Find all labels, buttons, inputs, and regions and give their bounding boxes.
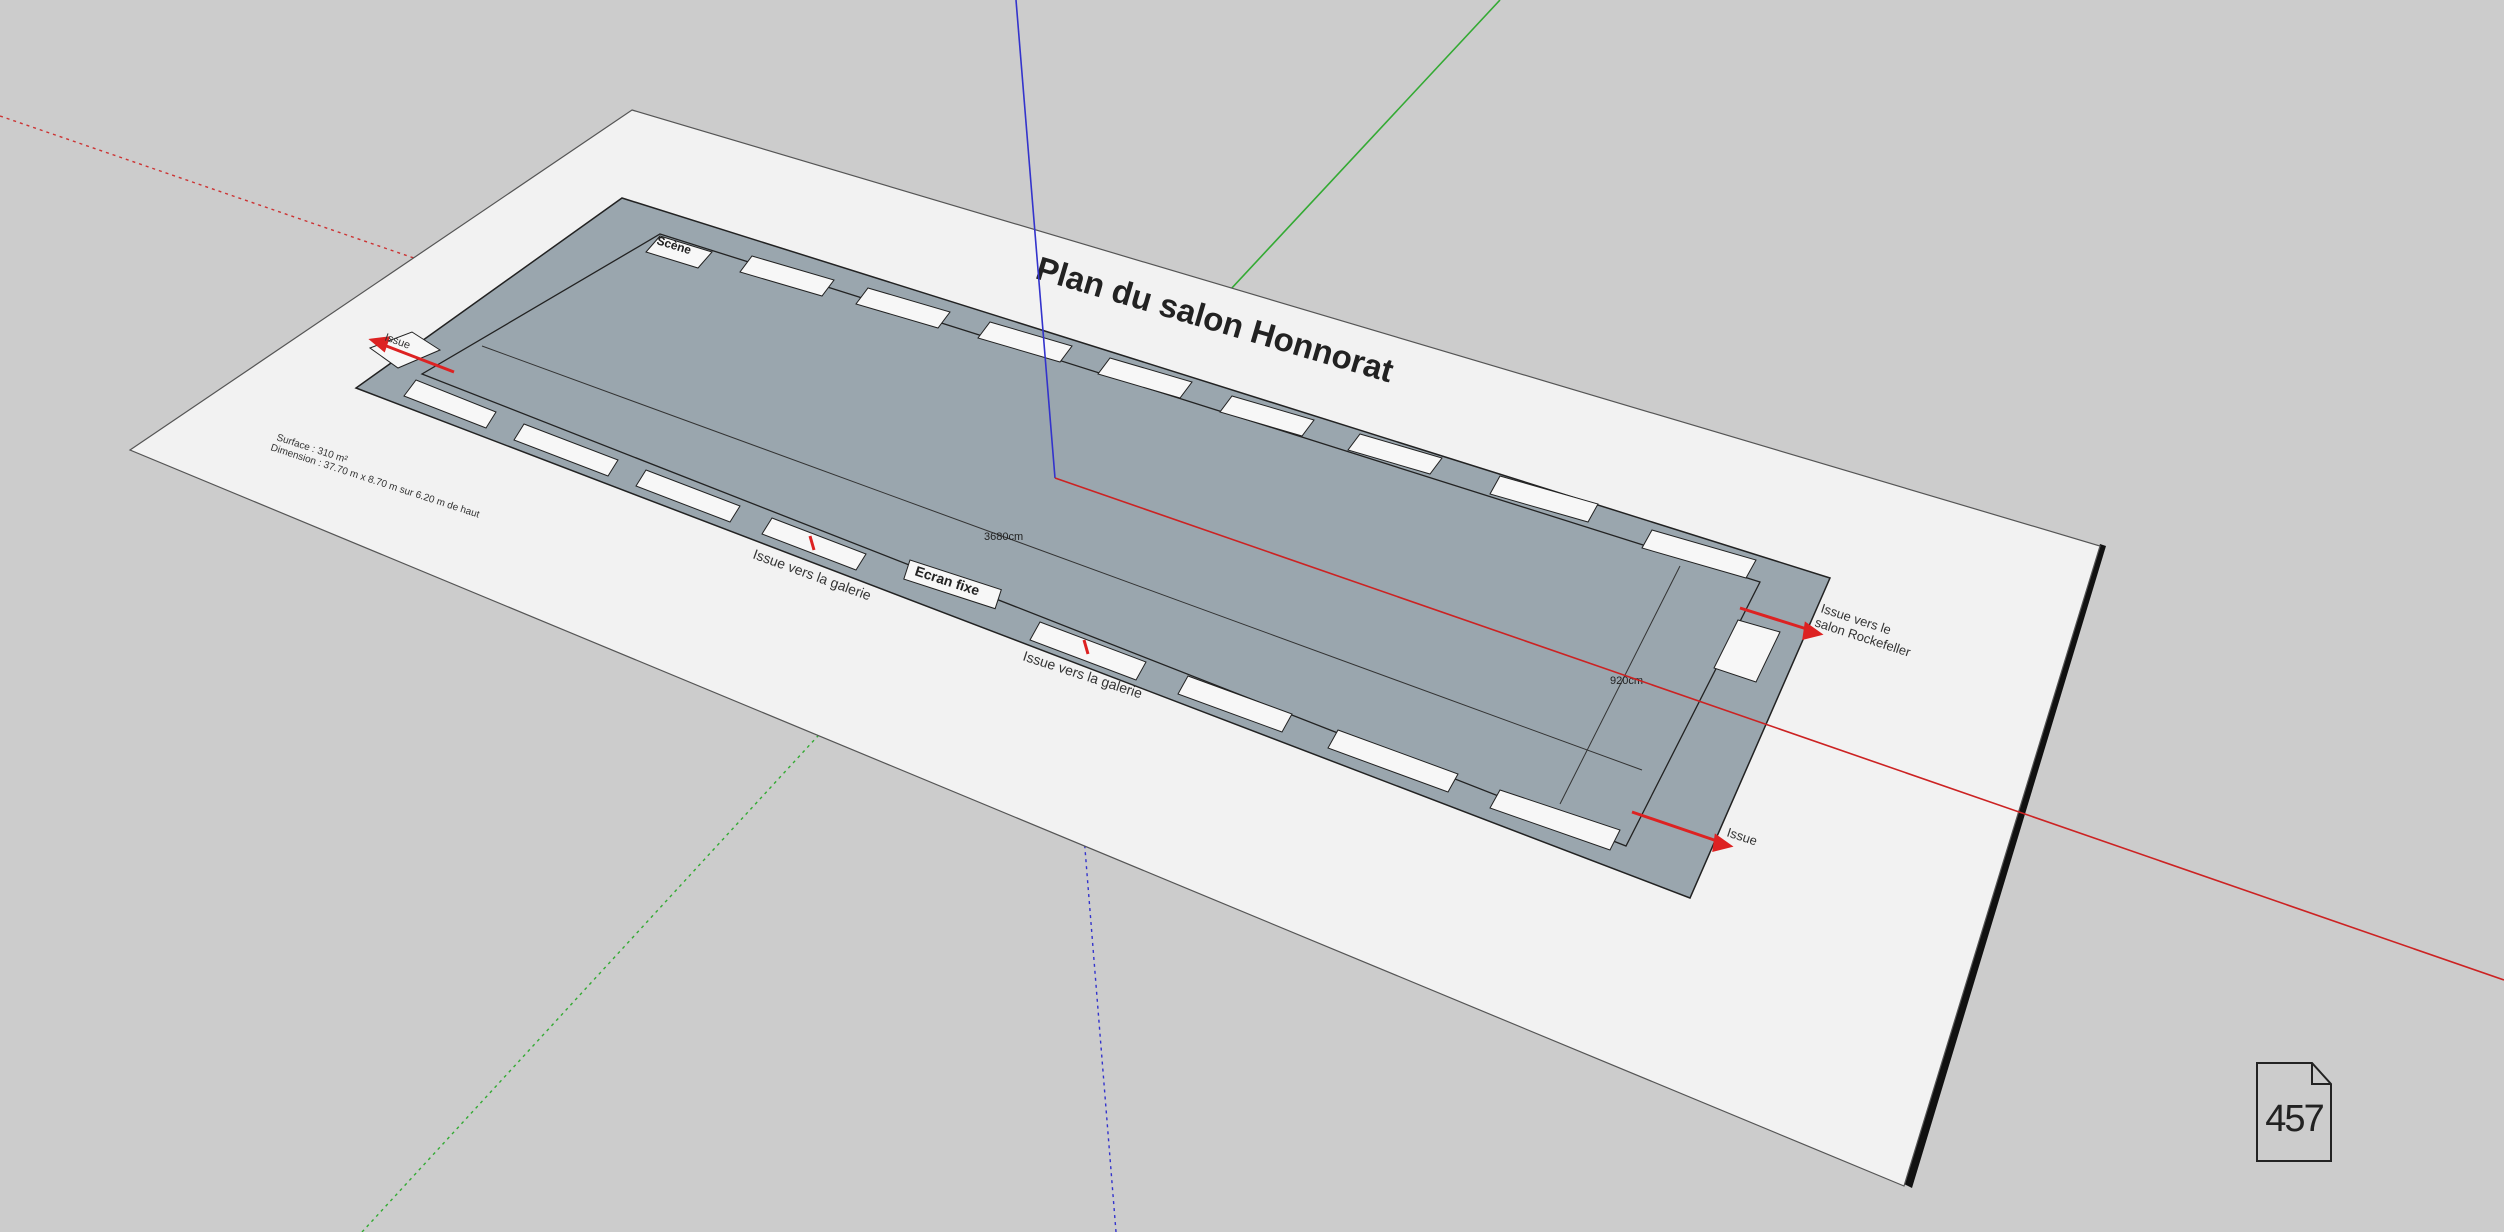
3d-viewport[interactable]: Plan du salon Honnorat Scène Ecran fixe …	[0, 0, 2504, 1232]
dimension-length-label: 3680cm	[984, 531, 1023, 543]
page-counter[interactable]: 457	[2256, 1062, 2332, 1162]
page-counter-value: 457	[2265, 1098, 2324, 1140]
